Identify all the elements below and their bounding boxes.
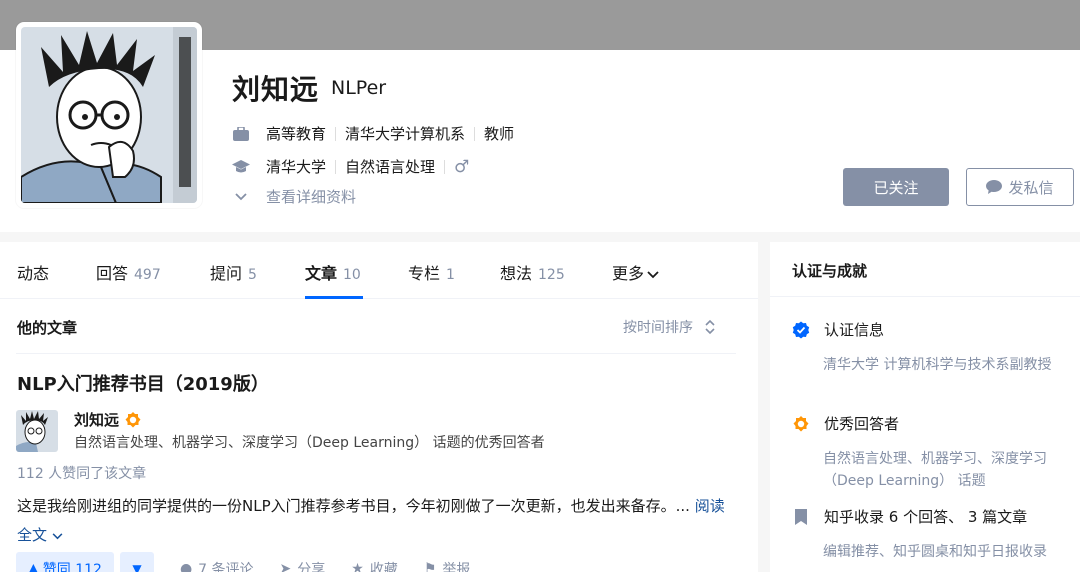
bookmark-icon bbox=[792, 508, 810, 526]
author-avatar[interactable] bbox=[16, 410, 58, 452]
profile-name: 刘知远 bbox=[232, 73, 320, 106]
sidebar-title: 认证与成就 bbox=[792, 262, 868, 280]
tab-label: 专栏 bbox=[408, 264, 441, 283]
chat-bubble-icon bbox=[986, 180, 1003, 194]
author-name-text: 刘知远 bbox=[74, 411, 120, 429]
industry-text: 高等教育 bbox=[266, 125, 327, 143]
section-title: 他的文章 bbox=[17, 319, 78, 337]
comments-button[interactable]: ● 7 条评论 bbox=[180, 559, 254, 572]
share-icon: ➤ bbox=[279, 561, 292, 572]
article-title[interactable]: NLP入门推荐书目（2019版） bbox=[17, 370, 269, 396]
excellent-answerer: 优秀回答者 bbox=[792, 413, 899, 434]
chevron-down-icon bbox=[52, 533, 63, 540]
tab-count: 10 bbox=[343, 267, 361, 283]
collect-label: 收藏 bbox=[369, 562, 398, 572]
author-name[interactable]: 刘知远 bbox=[74, 409, 142, 430]
report-button[interactable]: ⚑ 举报 bbox=[424, 559, 471, 572]
details-link[interactable]: 查看详细资料 bbox=[232, 186, 356, 207]
verified-title: 认证信息 bbox=[824, 321, 885, 339]
separator bbox=[335, 126, 337, 141]
tab-count: 497 bbox=[134, 267, 161, 283]
author-avatar-image bbox=[16, 410, 58, 452]
active-tab-indicator bbox=[305, 296, 363, 299]
verified-check-icon bbox=[792, 321, 810, 339]
divider bbox=[16, 353, 736, 354]
downvote-button[interactable]: ▼ bbox=[119, 552, 154, 572]
upvote-button[interactable]: ▲ 赞同 112 bbox=[16, 552, 114, 572]
company-text: 清华大学计算机系 bbox=[345, 125, 466, 143]
chevron-down-icon bbox=[647, 271, 659, 279]
profile-headline: NLPer bbox=[331, 77, 387, 99]
briefcase-icon bbox=[232, 125, 250, 143]
share-button[interactable]: ➤ 分享 bbox=[280, 559, 326, 572]
separator bbox=[335, 159, 337, 174]
triangle-up-icon: ▲ bbox=[28, 561, 39, 572]
flag-icon: ⚑ bbox=[423, 561, 437, 572]
included-description: 编辑推荐、知乎圆桌和知乎日报收录 bbox=[823, 544, 1047, 560]
article-actions: ▲ 赞同 112 ▼ ● 7 条评论 ➤ 分享 ★ 收藏 ⚑ 举报 bbox=[16, 552, 470, 572]
achievements-sidebar: 认证与成就 认证信息 清华大学 计算机科学与技术系副教授 优秀回答者 自然语言处… bbox=[770, 242, 1080, 572]
included-title: 知乎收录 6 个回答、 3 篇文章 bbox=[824, 508, 1028, 526]
main-content: 动态 回答 497 提问 5 文章 10 专栏 1 想法 125 更多 他的文章 按时间排… bbox=[0, 242, 758, 572]
avatar-cartoon-image bbox=[21, 27, 197, 203]
separator bbox=[444, 159, 446, 174]
sort-label: 按时间排序 bbox=[623, 320, 693, 336]
chevron-down-icon bbox=[232, 188, 250, 206]
tab-label: 想法 bbox=[500, 264, 533, 283]
sort-toggle[interactable]: 按时间排序 bbox=[623, 317, 715, 337]
tab-label: 更多 bbox=[612, 264, 645, 283]
separator bbox=[474, 126, 476, 141]
tab-label: 动态 bbox=[17, 264, 50, 283]
excellent-badge-icon bbox=[792, 415, 810, 433]
tab-answers[interactable]: 回答 497 bbox=[96, 260, 161, 284]
article-excerpt[interactable]: 这是我给刚进组的同学提供的一份NLP入门推荐参考书目，今年初刚做了一次更新，也发… bbox=[17, 492, 727, 550]
tab-count: 125 bbox=[538, 267, 565, 283]
tab-count: 5 bbox=[248, 267, 257, 283]
divider bbox=[770, 296, 1080, 297]
tab-label: 回答 bbox=[96, 264, 129, 283]
tab-label: 提问 bbox=[210, 264, 243, 283]
tab-columns[interactable]: 专栏 1 bbox=[408, 260, 455, 284]
male-gender-icon: ♂ bbox=[454, 156, 470, 177]
tab-questions[interactable]: 提问 5 bbox=[210, 260, 257, 284]
major-text: 自然语言处理 bbox=[345, 158, 436, 176]
share-label: 分享 bbox=[297, 562, 326, 572]
send-message-label: 发私信 bbox=[1008, 178, 1054, 197]
education-info: 清华大学 自然语言处理 ♂ bbox=[232, 156, 469, 177]
likes-count: 112 人赞同了该文章 bbox=[17, 466, 147, 482]
send-message-button[interactable]: 发私信 bbox=[966, 168, 1074, 206]
triangle-down-icon: ▼ bbox=[132, 562, 142, 572]
school-text: 清华大学 bbox=[266, 158, 327, 176]
profile-tabs: 动态 回答 497 提问 5 文章 10 专栏 1 想法 125 更多 bbox=[0, 242, 758, 299]
avatar[interactable] bbox=[16, 22, 202, 208]
upvote-label: 赞同 112 bbox=[42, 562, 102, 572]
report-label: 举报 bbox=[442, 562, 471, 572]
tab-count: 1 bbox=[446, 267, 455, 283]
excellent-answerer-badge-icon bbox=[125, 411, 141, 427]
author-description: 自然语言处理、机器学习、深度学习（Deep Learning） 话题的优秀回答者 bbox=[74, 435, 545, 451]
verified-description: 清华大学 计算机科学与技术系副教授 bbox=[823, 357, 1052, 373]
included-info: 知乎收录 6 个回答、 3 篇文章 bbox=[792, 506, 1027, 527]
collect-button[interactable]: ★ 收藏 bbox=[351, 559, 398, 572]
tab-more[interactable]: 更多 bbox=[612, 260, 659, 284]
star-icon: ★ bbox=[351, 561, 364, 572]
tab-pins[interactable]: 想法 125 bbox=[500, 260, 565, 284]
graduation-cap-icon bbox=[232, 158, 250, 176]
details-link-label: 查看详细资料 bbox=[266, 188, 357, 206]
verified-info: 认证信息 bbox=[792, 319, 884, 340]
business-info: 高等教育 清华大学计算机系 教师 bbox=[232, 123, 514, 144]
followed-button[interactable]: 已关注 bbox=[843, 168, 949, 206]
comments-label: 7 条评论 bbox=[198, 562, 254, 572]
excerpt-text: 这是我给刚进组的同学提供的一份NLP入门推荐参考书目，今年初刚做了一次更新，也发… bbox=[17, 497, 690, 515]
tab-articles[interactable]: 文章 10 bbox=[305, 260, 361, 284]
excellent-description[interactable]: 自然语言处理、机器学习、深度学习（Deep Learning） 话题 bbox=[823, 448, 1075, 492]
excellent-title: 优秀回答者 bbox=[824, 415, 900, 433]
tab-activity[interactable]: 动态 bbox=[17, 260, 49, 284]
position-text: 教师 bbox=[484, 125, 515, 143]
comment-icon: ● bbox=[179, 561, 193, 572]
tab-label: 文章 bbox=[305, 264, 338, 283]
sort-arrows-icon bbox=[705, 319, 715, 335]
